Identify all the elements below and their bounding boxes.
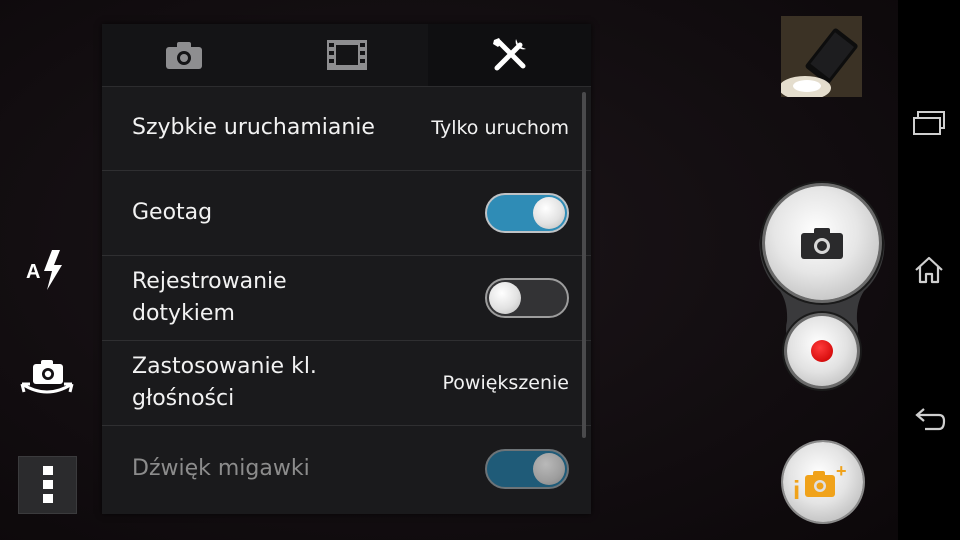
switch-camera-icon	[20, 360, 74, 394]
switch-camera-button[interactable]	[16, 354, 78, 404]
toggle-knob	[533, 197, 565, 229]
gallery-thumbnail[interactable]	[781, 16, 862, 97]
setting-label: Zastosowanie kl. głośności	[132, 354, 317, 411]
svg-text:A: A	[26, 261, 40, 283]
last-photo-image	[781, 16, 862, 97]
recent-apps-icon	[913, 111, 945, 135]
setting-value: Powiększenie	[442, 372, 570, 394]
toggle-knob	[489, 282, 521, 314]
back-icon	[915, 408, 946, 431]
geotag-toggle[interactable]	[485, 193, 569, 233]
recent-apps-button[interactable]	[898, 98, 960, 148]
svg-text:+: +	[836, 461, 847, 481]
camera-icon	[165, 42, 202, 69]
settings-menu-button[interactable]	[18, 456, 77, 514]
setting-row-shutter-sound[interactable]: Dźwięk migawki	[102, 426, 591, 511]
tools-icon	[492, 38, 526, 71]
video-tab[interactable]	[265, 24, 428, 86]
setting-row-geotag[interactable]: Geotag	[102, 171, 591, 256]
setting-row-volume-key[interactable]: Zastosowanie kl. głośności Powiększenie	[102, 341, 591, 426]
camera-icon	[801, 228, 843, 259]
shutter-button[interactable]	[765, 186, 879, 300]
home-icon	[915, 256, 943, 284]
shutter-sound-toggle[interactable]	[485, 448, 569, 489]
setting-label: Rejestrowanie dotykiem	[132, 269, 287, 326]
menu-dots-icon	[42, 466, 53, 503]
toggle-knob	[533, 452, 565, 485]
setting-label: Dźwięk migawki	[132, 455, 310, 481]
record-dot-icon	[811, 340, 833, 362]
settings-list: Szybkie uruchamianie Tylko uruchom Geota…	[102, 86, 591, 511]
setting-value: Tylko uruchom	[431, 117, 569, 139]
setting-label: Geotag	[132, 200, 213, 225]
auto-flash-icon: A	[26, 250, 62, 290]
back-button[interactable]	[898, 396, 960, 446]
record-video-button[interactable]	[787, 316, 857, 386]
system-navigation-bar	[898, 0, 960, 540]
flash-auto-button[interactable]: A	[22, 246, 72, 294]
svg-text:i: i	[793, 475, 800, 505]
home-button[interactable]	[898, 245, 960, 295]
setting-row-quick-launch[interactable]: Szybkie uruchamianie Tylko uruchom	[102, 86, 591, 171]
touch-capture-toggle[interactable]	[485, 278, 569, 318]
settings-tab-bar	[102, 24, 591, 87]
film-icon	[326, 40, 367, 70]
tools-tab[interactable]	[428, 24, 591, 86]
setting-label: Szybkie uruchamianie	[132, 115, 375, 140]
intelligent-auto-plus-icon: i +	[793, 461, 847, 505]
settings-scrollbar[interactable]	[582, 92, 586, 438]
settings-panel: Szybkie uruchamianie Tylko uruchom Geota…	[102, 24, 591, 514]
camera-tab[interactable]	[102, 24, 265, 86]
superior-auto-button[interactable]: i +	[783, 442, 863, 522]
setting-row-touch-capture[interactable]: Rejestrowanie dotykiem	[102, 256, 591, 341]
